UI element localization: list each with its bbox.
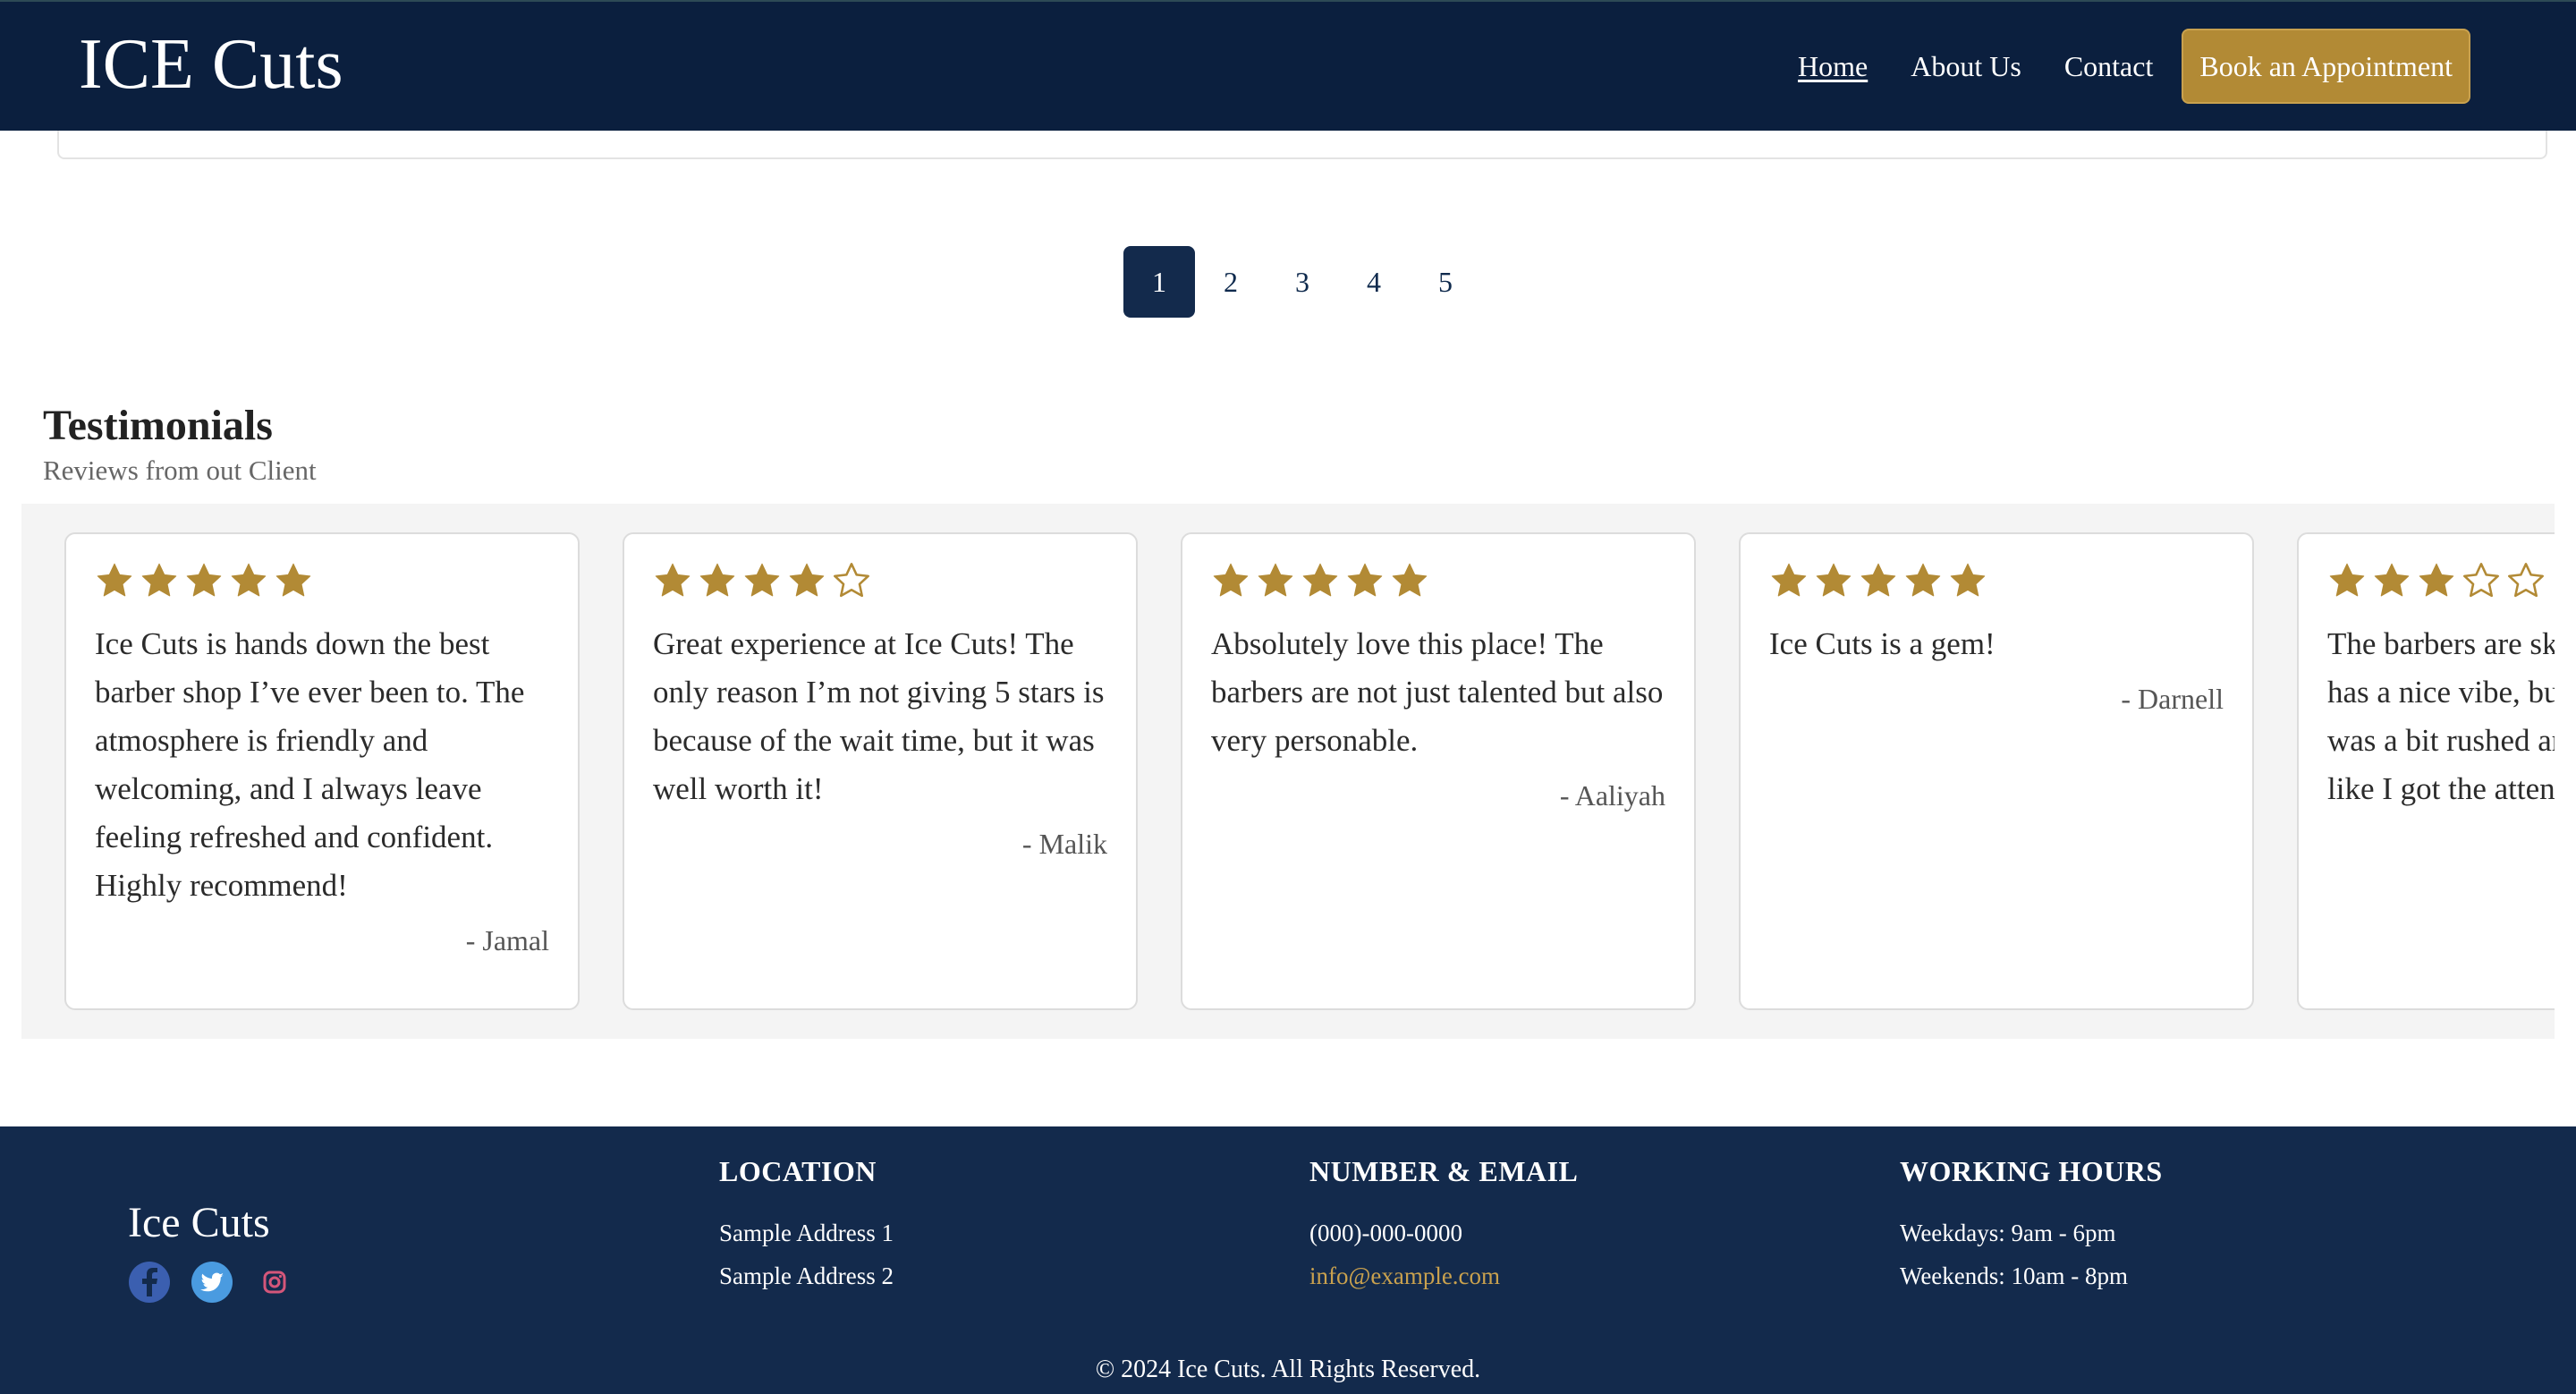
star-empty-icon	[834, 563, 869, 598]
star-filled-icon	[231, 563, 267, 597]
star-rating	[1211, 561, 1665, 602]
star-rating	[95, 561, 549, 602]
testimonial-author: - Aaliyah	[1559, 779, 1665, 812]
testimonial-text: The barbers are skilled and the shop has…	[2327, 626, 2555, 806]
star-filled-icon	[2374, 563, 2410, 597]
star-filled-icon	[2419, 563, 2454, 597]
star-filled-icon	[1302, 563, 1338, 597]
star-filled-icon	[1347, 563, 1383, 597]
page-button-2[interactable]: 2	[1195, 246, 1267, 318]
instagram-icon[interactable]	[253, 1261, 296, 1304]
page-button-1[interactable]: 1	[1123, 246, 1195, 318]
star-filled-icon	[1392, 563, 1428, 597]
page-button-4[interactable]: 4	[1338, 246, 1410, 318]
page: ICE Cuts Home About Us Contact Book an A…	[0, 0, 2576, 1394]
book-appointment-button[interactable]: Book an Appointment	[2182, 29, 2470, 104]
star-filled-icon	[1816, 563, 1852, 597]
email-link[interactable]: info@example.com	[1309, 1262, 1500, 1289]
phone-number: (000)-000-0000	[1309, 1220, 1462, 1246]
address-line-1: Sample Address 1	[719, 1220, 894, 1246]
page-button-3[interactable]: 3	[1267, 246, 1338, 318]
star-filled-icon	[1213, 563, 1249, 597]
star-empty-icon	[2463, 563, 2499, 598]
star-filled-icon	[97, 563, 132, 597]
star-filled-icon	[1258, 563, 1293, 597]
page-button-5[interactable]: 5	[1410, 246, 1481, 318]
star-filled-icon	[699, 563, 735, 597]
testimonials-track: Ice Cuts is hands down the best barber s…	[64, 532, 2555, 1010]
testimonial-text: Ice Cuts is hands down the best barber s…	[95, 626, 525, 903]
weekday-hours: Weekdays: 9am - 6pm	[1900, 1220, 2116, 1246]
nav-link-about[interactable]: About Us	[1911, 50, 2021, 83]
brand-logo[interactable]: ICE Cuts	[79, 20, 343, 109]
facebook-icon[interactable]	[128, 1261, 171, 1304]
footer-contact: NUMBER & EMAIL (000)-000-0000 info@examp…	[1309, 1155, 1578, 1288]
testimonials-title: Testimonials	[43, 402, 273, 449]
contact-heading: NUMBER & EMAIL	[1309, 1155, 1579, 1187]
star-filled-icon	[1771, 563, 1807, 597]
star-filled-icon	[141, 563, 177, 597]
star-rating	[2327, 561, 2555, 602]
testimonials-subtitle: Reviews from out Client	[43, 455, 317, 486]
star-empty-icon	[2508, 563, 2544, 598]
pagination: 1 2 3 4 5	[1123, 246, 1481, 318]
testimonials-carousel[interactable]: Ice Cuts is hands down the best barber s…	[21, 504, 2555, 1039]
location-heading: LOCATION	[719, 1155, 877, 1187]
testimonial-card: Ice Cuts is a gem! - Darnell	[1739, 532, 2254, 1010]
nav-link-home[interactable]: Home	[1798, 50, 1868, 83]
testimonial-text: Absolutely love this place! The barbers …	[1211, 626, 1664, 758]
testimonial-author: - Jamal	[465, 924, 549, 956]
star-filled-icon	[744, 563, 780, 597]
nav-link-contact[interactable]: Contact	[2064, 50, 2154, 83]
copyright: © 2024 Ice Cuts. All Rights Reserved.	[1095, 1356, 1481, 1383]
footer-hours: WORKING HOURS Weekdays: 9am - 6pm Weeken…	[1900, 1155, 2163, 1288]
twitter-icon[interactable]	[191, 1261, 233, 1304]
weekend-hours: Weekends: 10am - 8pm	[1900, 1262, 2129, 1289]
address-line-2: Sample Address 2	[719, 1262, 894, 1289]
testimonial-author: - Malik	[1021, 828, 1107, 860]
star-filled-icon	[655, 563, 691, 597]
navbar: ICE Cuts Home About Us Contact Book an A…	[0, 0, 2576, 131]
footer: Ice Cuts LOCATION Sample Address 1 Sampl…	[0, 1126, 2576, 1394]
star-filled-icon	[2329, 563, 2365, 597]
star-filled-icon	[789, 563, 825, 597]
star-filled-icon	[186, 563, 222, 597]
testimonial-card: Absolutely love this place! The barbers …	[1181, 532, 1696, 1010]
testimonial-card: Ice Cuts is hands down the best barber s…	[64, 532, 580, 1010]
footer-location: LOCATION Sample Address 1 Sample Address…	[719, 1155, 894, 1288]
footer-brand: Ice Cuts	[128, 1199, 270, 1246]
star-filled-icon	[1860, 563, 1896, 597]
testimonial-card: The barbers are skilled and the shop has…	[2297, 532, 2555, 1010]
social-links	[128, 1261, 316, 1304]
star-rating	[653, 561, 1107, 602]
star-filled-icon	[1950, 563, 1986, 597]
testimonial-text: Great experience at Ice Cuts! The only r…	[653, 626, 1105, 806]
star-filled-icon	[275, 563, 311, 597]
testimonial-author: - Darnell	[2121, 683, 2224, 715]
star-filled-icon	[1905, 563, 1941, 597]
star-rating	[1769, 561, 2224, 602]
hours-heading: WORKING HOURS	[1900, 1155, 2163, 1187]
nav-links: Home About Us Contact Book an Appointmen…	[1755, 29, 2470, 104]
testimonial-text: Ice Cuts is a gem!	[1769, 626, 1996, 661]
testimonial-card: Great experience at Ice Cuts! The only r…	[623, 532, 1138, 1010]
